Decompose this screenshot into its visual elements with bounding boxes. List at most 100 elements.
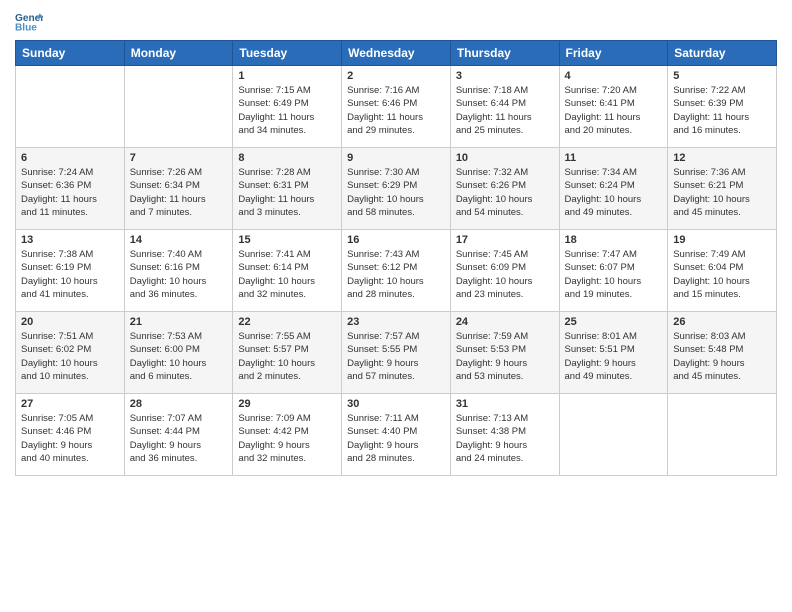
day-number: 23: [347, 316, 445, 328]
calendar-cell: 20 Sunrise: 7:51 AM Sunset: 6:02 PM Dayli…: [16, 312, 125, 394]
day-number: 2: [347, 70, 445, 82]
day-info: Sunrise: 7:18 AM Sunset: 6:44 PM Dayligh…: [456, 84, 554, 137]
day-number: 11: [565, 152, 663, 164]
day-info: Sunrise: 7:20 AM Sunset: 6:41 PM Dayligh…: [565, 84, 663, 137]
day-info: Sunrise: 7:24 AM Sunset: 6:36 PM Dayligh…: [21, 166, 119, 219]
calendar-cell: [16, 66, 125, 148]
day-number: 19: [673, 234, 771, 246]
calendar-cell: 3 Sunrise: 7:18 AM Sunset: 6:44 PM Daylig…: [450, 66, 559, 148]
calendar-cell: 11 Sunrise: 7:34 AM Sunset: 6:24 PM Dayli…: [559, 148, 668, 230]
day-info: Sunrise: 7:41 AM Sunset: 6:14 PM Dayligh…: [238, 248, 336, 301]
calendar-cell: 31 Sunrise: 7:13 AM Sunset: 4:38 PM Dayli…: [450, 394, 559, 476]
weekday-header-thursday: Thursday: [450, 41, 559, 66]
day-number: 20: [21, 316, 119, 328]
day-info: Sunrise: 7:51 AM Sunset: 6:02 PM Dayligh…: [21, 330, 119, 383]
day-info: Sunrise: 7:59 AM Sunset: 5:53 PM Dayligh…: [456, 330, 554, 383]
calendar-cell: 13 Sunrise: 7:38 AM Sunset: 6:19 PM Dayli…: [16, 230, 125, 312]
calendar-cell: 4 Sunrise: 7:20 AM Sunset: 6:41 PM Daylig…: [559, 66, 668, 148]
svg-text:Blue: Blue: [15, 22, 37, 32]
day-number: 6: [21, 152, 119, 164]
day-info: Sunrise: 7:53 AM Sunset: 6:00 PM Dayligh…: [130, 330, 228, 383]
week-row-0: 1 Sunrise: 7:15 AM Sunset: 6:49 PM Daylig…: [16, 66, 777, 148]
logo-icon: General Blue: [15, 10, 43, 32]
calendar-cell: [668, 394, 777, 476]
day-number: 1: [238, 70, 336, 82]
day-number: 28: [130, 398, 228, 410]
header: General Blue: [15, 10, 777, 32]
calendar-cell: 16Sunrise: 7:43 AM Sunset: 6:12 PM Dayli…: [342, 230, 451, 312]
calendar-cell: 9Sunrise: 7:30 AM Sunset: 6:29 PM Daylig…: [342, 148, 451, 230]
day-info: Sunrise: 7:47 AM Sunset: 6:07 PM Dayligh…: [565, 248, 663, 301]
day-number: 14: [130, 234, 228, 246]
calendar-cell: [559, 394, 668, 476]
day-number: 17: [456, 234, 554, 246]
day-info: Sunrise: 7:07 AM Sunset: 4:44 PM Dayligh…: [130, 412, 228, 465]
calendar-cell: 6 Sunrise: 7:24 AM Sunset: 6:36 PM Daylig…: [16, 148, 125, 230]
day-number: 9: [347, 152, 445, 164]
day-info: Sunrise: 7:22 AM Sunset: 6:39 PM Dayligh…: [673, 84, 771, 137]
day-info: Sunrise: 7:36 AM Sunset: 6:21 PM Dayligh…: [673, 166, 771, 219]
day-info: Sunrise: 7:45 AM Sunset: 6:09 PM Dayligh…: [456, 248, 554, 301]
calendar-cell: 30Sunrise: 7:11 AM Sunset: 4:40 PM Dayli…: [342, 394, 451, 476]
calendar-table: SundayMondayTuesdayWednesdayThursdayFrid…: [15, 40, 777, 476]
day-number: 16: [347, 234, 445, 246]
calendar-cell: 23 Sunrise: 7:57 AM Sunset: 5:55 PM Dayli…: [342, 312, 451, 394]
day-number: 4: [565, 70, 663, 82]
day-number: 27: [21, 398, 119, 410]
day-number: 26: [673, 316, 771, 328]
weekday-header-friday: Friday: [559, 41, 668, 66]
calendar-cell: 22 Sunrise: 7:55 AM Sunset: 5:57 PM Dayli…: [233, 312, 342, 394]
day-info: Sunrise: 7:15 AM Sunset: 6:49 PM Dayligh…: [238, 84, 336, 137]
day-info: Sunrise: 7:13 AM Sunset: 4:38 PM Dayligh…: [456, 412, 554, 465]
calendar-cell: 5 Sunrise: 7:22 AM Sunset: 6:39 PM Daylig…: [668, 66, 777, 148]
calendar-cell: 25 Sunrise: 8:01 AM Sunset: 5:51 PM Dayli…: [559, 312, 668, 394]
calendar-cell: 2Sunrise: 7:16 AM Sunset: 6:46 PM Daylig…: [342, 66, 451, 148]
weekday-header-sunday: Sunday: [16, 41, 125, 66]
day-info: Sunrise: 7:32 AM Sunset: 6:26 PM Dayligh…: [456, 166, 554, 219]
day-number: 21: [130, 316, 228, 328]
week-row-1: 6 Sunrise: 7:24 AM Sunset: 6:36 PM Daylig…: [16, 148, 777, 230]
weekday-header-tuesday: Tuesday: [233, 41, 342, 66]
day-info: Sunrise: 7:05 AM Sunset: 4:46 PM Dayligh…: [21, 412, 119, 465]
calendar-cell: [124, 66, 233, 148]
weekday-header-row: SundayMondayTuesdayWednesdayThursdayFrid…: [16, 41, 777, 66]
day-number: 5: [673, 70, 771, 82]
calendar-cell: 28 Sunrise: 7:07 AM Sunset: 4:44 PM Dayli…: [124, 394, 233, 476]
day-info: Sunrise: 7:28 AM Sunset: 6:31 PM Dayligh…: [238, 166, 336, 219]
day-info: Sunrise: 7:57 AM Sunset: 5:55 PM Dayligh…: [347, 330, 445, 383]
calendar-cell: 10Sunrise: 7:32 AM Sunset: 6:26 PM Dayli…: [450, 148, 559, 230]
day-number: 25: [565, 316, 663, 328]
calendar-cell: 24Sunrise: 7:59 AM Sunset: 5:53 PM Dayli…: [450, 312, 559, 394]
calendar-cell: 26 Sunrise: 8:03 AM Sunset: 5:48 PM Dayli…: [668, 312, 777, 394]
day-info: Sunrise: 7:26 AM Sunset: 6:34 PM Dayligh…: [130, 166, 228, 219]
day-number: 22: [238, 316, 336, 328]
calendar-page: General Blue SundayMondayTuesdayWednesda…: [0, 0, 792, 486]
calendar-cell: 12Sunrise: 7:36 AM Sunset: 6:21 PM Dayli…: [668, 148, 777, 230]
calendar-cell: 7Sunrise: 7:26 AM Sunset: 6:34 PM Daylig…: [124, 148, 233, 230]
day-info: Sunrise: 7:38 AM Sunset: 6:19 PM Dayligh…: [21, 248, 119, 301]
week-row-2: 13 Sunrise: 7:38 AM Sunset: 6:19 PM Dayli…: [16, 230, 777, 312]
day-number: 13: [21, 234, 119, 246]
day-number: 3: [456, 70, 554, 82]
calendar-cell: 1 Sunrise: 7:15 AM Sunset: 6:49 PM Daylig…: [233, 66, 342, 148]
calendar-cell: 19 Sunrise: 7:49 AM Sunset: 6:04 PM Dayli…: [668, 230, 777, 312]
calendar-cell: 29Sunrise: 7:09 AM Sunset: 4:42 PM Dayli…: [233, 394, 342, 476]
weekday-header-wednesday: Wednesday: [342, 41, 451, 66]
calendar-cell: 18Sunrise: 7:47 AM Sunset: 6:07 PM Dayli…: [559, 230, 668, 312]
week-row-3: 20 Sunrise: 7:51 AM Sunset: 6:02 PM Dayli…: [16, 312, 777, 394]
day-number: 31: [456, 398, 554, 410]
day-info: Sunrise: 8:03 AM Sunset: 5:48 PM Dayligh…: [673, 330, 771, 383]
day-info: Sunrise: 7:40 AM Sunset: 6:16 PM Dayligh…: [130, 248, 228, 301]
logo: General Blue: [15, 10, 47, 32]
calendar-cell: 27 Sunrise: 7:05 AM Sunset: 4:46 PM Dayli…: [16, 394, 125, 476]
weekday-header-saturday: Saturday: [668, 41, 777, 66]
calendar-cell: 17 Sunrise: 7:45 AM Sunset: 6:09 PM Dayli…: [450, 230, 559, 312]
weekday-header-monday: Monday: [124, 41, 233, 66]
day-info: Sunrise: 7:34 AM Sunset: 6:24 PM Dayligh…: [565, 166, 663, 219]
day-info: Sunrise: 7:55 AM Sunset: 5:57 PM Dayligh…: [238, 330, 336, 383]
day-info: Sunrise: 8:01 AM Sunset: 5:51 PM Dayligh…: [565, 330, 663, 383]
day-info: Sunrise: 7:49 AM Sunset: 6:04 PM Dayligh…: [673, 248, 771, 301]
day-info: Sunrise: 7:09 AM Sunset: 4:42 PM Dayligh…: [238, 412, 336, 465]
calendar-cell: 21 Sunrise: 7:53 AM Sunset: 6:00 PM Dayli…: [124, 312, 233, 394]
calendar-cell: 15Sunrise: 7:41 AM Sunset: 6:14 PM Dayli…: [233, 230, 342, 312]
